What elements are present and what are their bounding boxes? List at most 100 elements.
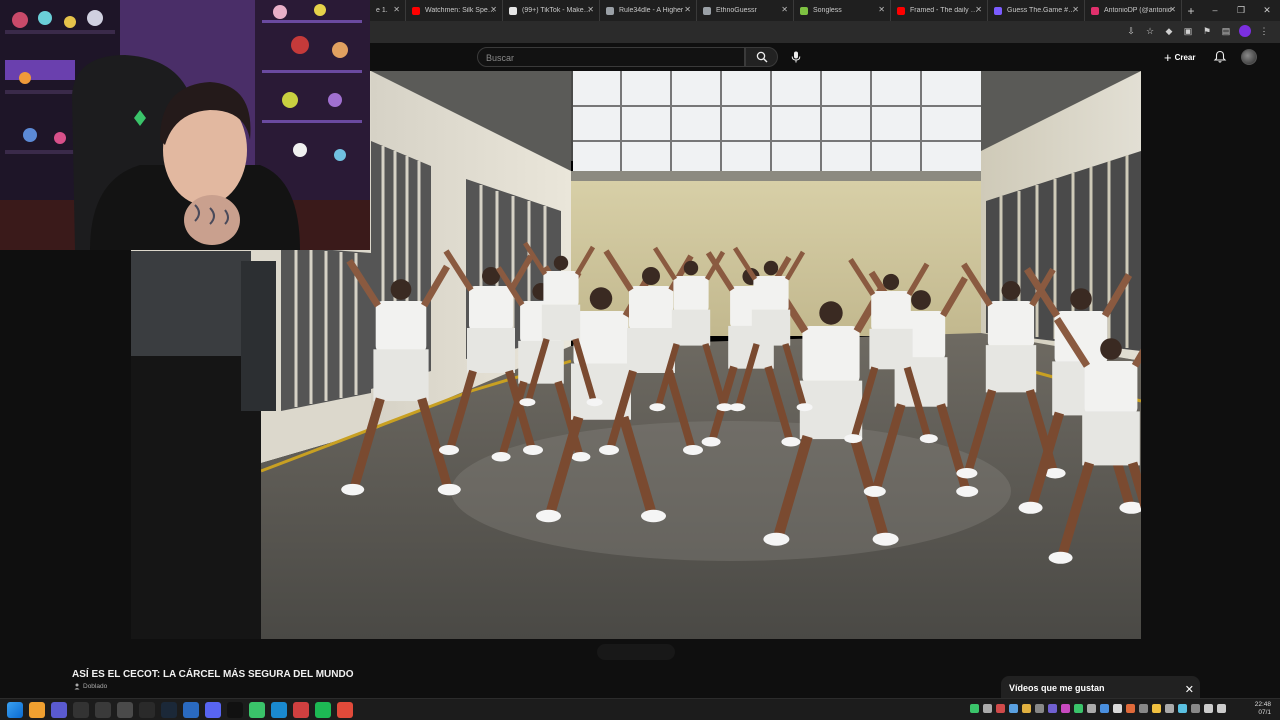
plus-icon: +	[1164, 49, 1172, 65]
tab-label: Songless	[813, 7, 842, 14]
reading-list-icon[interactable]: ⚑	[1201, 25, 1213, 37]
app-dot-icon[interactable]	[95, 702, 111, 718]
close-icon[interactable]: ✕	[1185, 685, 1194, 696]
tab-close-icon[interactable]: ✕	[781, 6, 788, 14]
tray-icon[interactable]	[1009, 704, 1018, 713]
search-button[interactable]	[745, 47, 778, 67]
close-window-button[interactable]: ✕	[1254, 0, 1280, 21]
tray-icon[interactable]	[1087, 704, 1096, 713]
tab-favicon-icon	[606, 6, 614, 15]
search-box	[477, 47, 745, 67]
tab-close-icon[interactable]: ✕	[393, 6, 400, 14]
player-controls-hint[interactable]	[597, 644, 675, 660]
search-input[interactable]	[478, 49, 744, 67]
app-steam-icon[interactable]	[161, 702, 177, 718]
app-discord-icon[interactable]	[205, 702, 221, 718]
new-tab-button[interactable]: +	[1182, 4, 1200, 18]
screen: e 1. ✕ Watchmen: Silk Spectre ✕ (99+) TikTok…	[0, 0, 1280, 720]
create-button[interactable]: + Crear	[1164, 49, 1196, 65]
tray-icon[interactable]	[1178, 704, 1187, 713]
tray-icon[interactable]	[1035, 704, 1044, 713]
app-red-icon[interactable]	[293, 702, 309, 718]
app-bk-icon[interactable]	[73, 702, 89, 718]
extension-icon[interactable]: ◆	[1163, 25, 1175, 37]
minimize-button[interactable]: –	[1202, 0, 1228, 21]
tray-icon[interactable]	[1152, 704, 1161, 713]
webcam-scene	[0, 0, 370, 250]
microphone-icon	[791, 51, 801, 63]
tray-icon[interactable]	[1191, 704, 1200, 713]
tab-label: (99+) TikTok - Make Yo	[522, 7, 592, 14]
tray-icon[interactable]	[1022, 704, 1031, 713]
browser-tab[interactable]: Guess The.Game #133 ✕	[988, 0, 1085, 21]
wifi-icon[interactable]	[1204, 704, 1213, 713]
app-v-icon[interactable]	[51, 702, 67, 718]
tab-favicon-icon	[509, 6, 517, 15]
tab-close-icon[interactable]: ✕	[975, 6, 982, 14]
liked-videos-title: Vídeos que me gustan	[1009, 683, 1105, 693]
tab-favicon-icon	[1091, 6, 1099, 15]
tab-close-icon[interactable]: ✕	[1072, 6, 1079, 14]
tab-label: Watchmen: Silk Spectre	[425, 7, 495, 14]
tray-icon[interactable]	[1100, 704, 1109, 713]
notifications-bell-icon[interactable]	[1213, 50, 1227, 64]
windows-start-icon[interactable]	[7, 702, 23, 718]
voice-search-button[interactable]	[786, 47, 806, 67]
tab-favicon-icon	[703, 6, 711, 15]
app-obs-icon[interactable]	[139, 702, 155, 718]
taskbar-clock[interactable]: 22:48 07/1	[1255, 701, 1271, 717]
person-voice-icon	[74, 683, 80, 690]
dubbed-badge: Doblado	[74, 683, 107, 690]
menu-kebab-icon[interactable]: ⋮	[1258, 25, 1270, 37]
tray-icon[interactable]	[1061, 704, 1070, 713]
app-s-icon[interactable]	[183, 702, 199, 718]
browser-tab[interactable]: (99+) TikTok - Make Yo ✕	[503, 0, 600, 21]
browser-tab[interactable]: Framed - The daily mo ✕	[891, 0, 988, 21]
search-icon	[756, 51, 767, 63]
tray-icon[interactable]	[970, 704, 979, 713]
puzzle-extensions-icon[interactable]: ▣	[1182, 25, 1194, 37]
app-sp-icon[interactable]	[315, 702, 331, 718]
tab-label: Rule34dle - A Higher	[619, 7, 684, 14]
tab-close-icon[interactable]: ✕	[684, 6, 691, 14]
browser-tab[interactable]: EthnoGuessr ✕	[697, 0, 794, 21]
search-icon[interactable]	[29, 702, 45, 718]
tray-icon[interactable]	[1113, 704, 1122, 713]
maximize-button[interactable]: ❐	[1228, 0, 1254, 21]
tab-favicon-icon	[800, 6, 808, 15]
tiktok-icon[interactable]	[227, 702, 243, 718]
tray-icon[interactable]	[983, 704, 992, 713]
browser-tab[interactable]: Songless ✕	[794, 0, 891, 21]
tray-icon[interactable]	[1048, 704, 1057, 713]
install-icon[interactable]: ⇩	[1125, 25, 1137, 37]
volume-icon[interactable]	[1217, 704, 1226, 713]
app-ds-icon[interactable]	[117, 702, 133, 718]
tab-close-icon[interactable]: ✕	[1169, 6, 1176, 14]
profile-avatar-icon[interactable]	[1239, 25, 1251, 37]
tab-close-icon[interactable]: ✕	[490, 6, 497, 14]
tray-icon[interactable]	[1165, 704, 1174, 713]
tab-label: EthnoGuessr	[716, 7, 757, 14]
tab-favicon-icon	[897, 6, 905, 15]
tab-search-icon[interactable]: ▤	[1220, 25, 1232, 37]
app-chrome-icon[interactable]	[337, 702, 353, 718]
tab-close-icon[interactable]: ✕	[587, 6, 594, 14]
app-green-icon[interactable]	[249, 702, 265, 718]
tab-favicon-icon	[994, 6, 1002, 15]
tray-icon[interactable]	[996, 704, 1005, 713]
account-avatar[interactable]	[1241, 49, 1257, 65]
bookmark-star-icon[interactable]: ☆	[1144, 25, 1156, 37]
browser-tab[interactable]: e 1. ✕	[370, 0, 406, 21]
browser-tab[interactable]: Watchmen: Silk Spectre ✕	[406, 0, 503, 21]
guard-figure	[131, 251, 276, 639]
app-c-icon[interactable]	[271, 702, 287, 718]
browser-tab[interactable]: AntonioDP (@antonio ✕	[1085, 0, 1182, 21]
tray-icon[interactable]	[1139, 704, 1148, 713]
browser-tab[interactable]: Rule34dle - A Higher ✕	[600, 0, 697, 21]
clock-date: 07/1	[1258, 709, 1271, 716]
tray-icon[interactable]	[1126, 704, 1135, 713]
tray-icon[interactable]	[1074, 704, 1083, 713]
tab-favicon-icon	[412, 6, 420, 15]
tab-list: e 1. ✕ Watchmen: Silk Spectre ✕ (99+) TikTok…	[370, 0, 1182, 21]
tab-close-icon[interactable]: ✕	[878, 6, 885, 14]
